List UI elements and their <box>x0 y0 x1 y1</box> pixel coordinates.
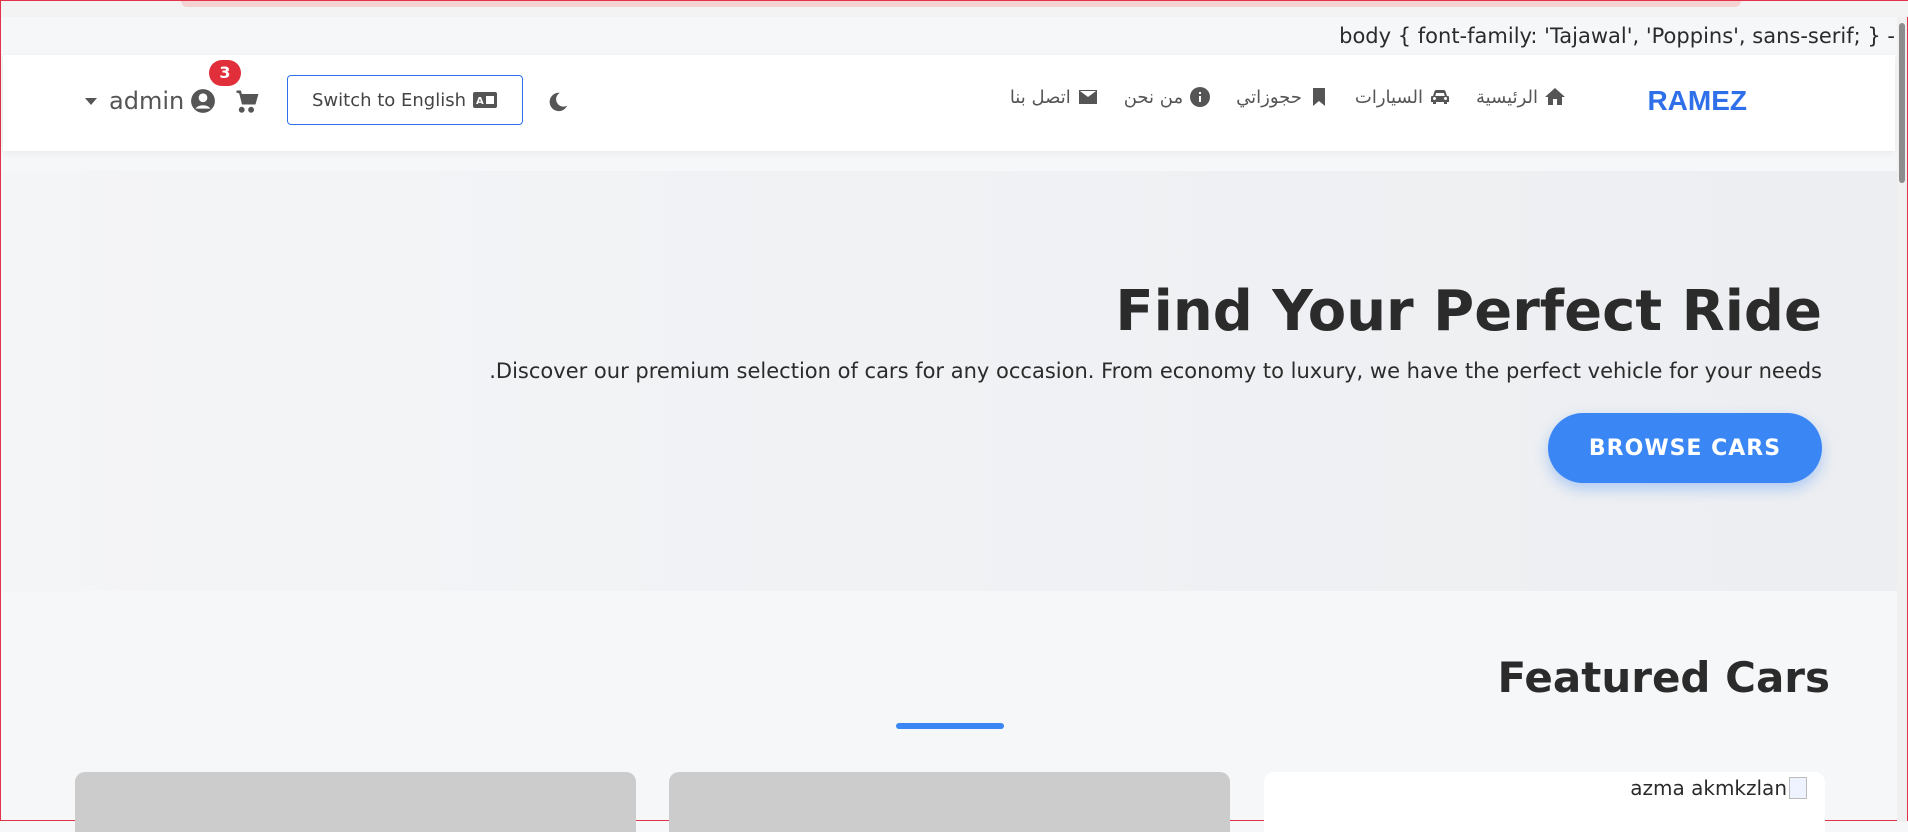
featured-cars-title: Featured Cars <box>1497 653 1830 702</box>
language-icon: A <box>473 92 498 108</box>
svg-text:A: A <box>476 96 484 107</box>
nav-link-cars[interactable]: السيارات <box>1355 85 1452 109</box>
switch-language-button[interactable]: Switch to English A <box>287 75 523 125</box>
switch-language-label: Switch to English <box>311 89 467 111</box>
nav-link-label: اتصل بنا <box>1009 86 1071 108</box>
nav-link-home[interactable]: الرئيسية <box>1476 85 1567 109</box>
moon-icon[interactable] <box>547 91 569 113</box>
hero-title: Find Your Perfect Ride <box>1115 279 1822 344</box>
nav-link-about[interactable]: من نحن <box>1124 85 1212 109</box>
envelope-icon <box>1078 90 1097 104</box>
broken-image-icon <box>1789 777 1807 799</box>
user-name: admin <box>109 87 185 115</box>
bookmark-icon <box>1312 88 1325 106</box>
navbar: RAMEZ الرئيسية السيارات حجوزاتي من نحن ا… <box>3 55 1895 151</box>
nav-link-label: حجوزاتي <box>1236 86 1302 108</box>
nav-link-contact[interactable]: اتصل بنا <box>1010 85 1100 109</box>
chevron-down-icon <box>85 97 97 105</box>
nav-link-label: الرئيسية <box>1476 86 1538 108</box>
image-alt-text: azma akmkzlan <box>1630 776 1787 800</box>
scrollbar[interactable] <box>1897 17 1907 822</box>
user-menu[interactable]: admin <box>85 87 216 115</box>
cart-icon[interactable] <box>233 87 261 115</box>
brand-logo[interactable]: RAMEZ <box>1647 85 1747 117</box>
title-underline <box>896 723 1004 729</box>
nav-link-bookings[interactable]: حجوزاتي <box>1236 85 1331 109</box>
info-icon <box>1190 87 1211 107</box>
car-icon <box>1431 90 1449 104</box>
browser-top-strip <box>1 1 1908 17</box>
broken-image-alt: azma akmkzlan <box>1630 776 1807 800</box>
scrollbar-thumb[interactable] <box>1899 23 1905 183</box>
nav-links: الرئيسية السيارات حجوزاتي من نحن اتصل بن… <box>1010 85 1567 109</box>
nav-link-label: السيارات <box>1354 86 1423 108</box>
hero-section: Find Your Perfect Ride .Discover our pre… <box>3 171 1897 591</box>
hero-subtitle: .Discover our premium selection of cars … <box>489 359 1822 383</box>
nav-link-label: من نحن <box>1123 86 1184 108</box>
cart-count-badge: 3 <box>209 60 241 86</box>
stray-code-text: body { font-family: 'Tajawal', 'Poppins'… <box>1339 24 1895 48</box>
car-card[interactable] <box>75 772 636 832</box>
top-highlight <box>181 1 1741 7</box>
home-icon <box>1545 88 1565 105</box>
car-card[interactable] <box>669 772 1230 832</box>
car-card[interactable]: azma akmkzlan <box>1264 772 1825 832</box>
user-circle-icon <box>191 89 216 113</box>
browse-cars-button[interactable]: BROWSE CARS <box>1548 413 1822 483</box>
